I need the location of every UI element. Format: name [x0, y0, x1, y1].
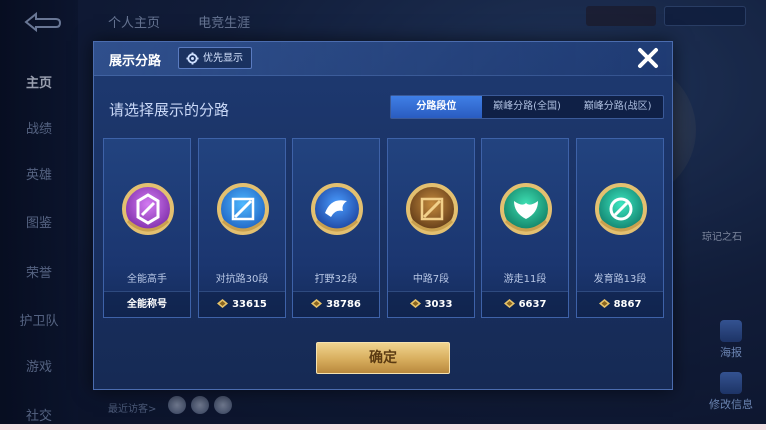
- tab-lane-rank[interactable]: 分路段位: [391, 96, 482, 118]
- lane-cards: 全能高手 全能称号 对抗路30段 33615 打野32段 38786 中路7段 3033 游走1…: [103, 138, 665, 318]
- points-value: 33615: [232, 299, 267, 310]
- points-icon: [503, 299, 519, 310]
- priority-display-label: 优先显示: [203, 53, 243, 64]
- points-icon: [311, 299, 326, 310]
- priority-display-button[interactable]: 优先显示: [178, 47, 252, 69]
- close-icon[interactable]: [634, 44, 662, 72]
- lane-display-dialog: 展示分路 优先显示 请选择展示的分路 分路段位 巅峰分路(全国) 巅峰分路(战区…: [93, 41, 673, 390]
- dialog-subtitle: 请选择展示的分路: [109, 101, 230, 119]
- bottom-strip: [0, 424, 766, 430]
- points-value: 38786: [326, 299, 361, 310]
- lane-rank-label: 发育路13段: [593, 274, 647, 285]
- lane-card[interactable]: 发育路13段 8867: [576, 138, 664, 318]
- points-value: 6637: [518, 299, 547, 310]
- tab-peak-national[interactable]: 巅峰分路(全国): [482, 96, 573, 118]
- rank-badge-icon: [496, 179, 556, 241]
- lane-card[interactable]: 全能高手 全能称号: [103, 138, 191, 318]
- lane-points: 6637: [482, 291, 568, 317]
- lane-points: 33615: [199, 291, 285, 317]
- lane-rank-label: 打野32段: [314, 274, 358, 285]
- dialog-header: 展示分路 优先显示: [94, 42, 672, 76]
- lane-card[interactable]: 中路7段 3033: [387, 138, 475, 318]
- lane-card[interactable]: 打野32段 38786: [292, 138, 380, 318]
- lane-points: 3033: [388, 291, 474, 317]
- lane-filter-tabs: 分路段位 巅峰分路(全国) 巅峰分路(战区): [390, 95, 664, 119]
- lane-points: 8867: [577, 291, 663, 317]
- points-icon: [409, 299, 425, 310]
- rank-badge-icon: [118, 179, 178, 241]
- points-value: 全能称号: [127, 299, 167, 310]
- lane-rank-label: 游走11段: [503, 274, 547, 285]
- rank-badge-icon: [213, 179, 273, 241]
- lane-card[interactable]: 游走11段 6637: [481, 138, 569, 318]
- points-icon: [598, 299, 614, 310]
- gear-icon: [186, 52, 199, 65]
- lane-rank-label: 全能高手: [127, 274, 167, 285]
- rank-badge-icon: [591, 179, 651, 241]
- rank-badge-icon: [307, 179, 367, 241]
- lane-points: 38786: [293, 291, 379, 317]
- rank-badge-icon: [402, 179, 462, 241]
- lane-rank-label: 中路7段: [412, 274, 450, 285]
- points-value: 8867: [613, 299, 642, 310]
- lane-rank-label: 对抗路30段: [215, 274, 269, 285]
- dialog-title: 展示分路: [109, 54, 162, 69]
- confirm-button[interactable]: 确定: [316, 342, 450, 374]
- points-icon: [217, 299, 232, 310]
- points-value: 3033: [424, 299, 453, 310]
- lane-points: 全能称号: [104, 291, 190, 317]
- lane-card[interactable]: 对抗路30段 33615: [198, 138, 286, 318]
- tab-peak-region[interactable]: 巅峰分路(战区): [572, 96, 663, 118]
